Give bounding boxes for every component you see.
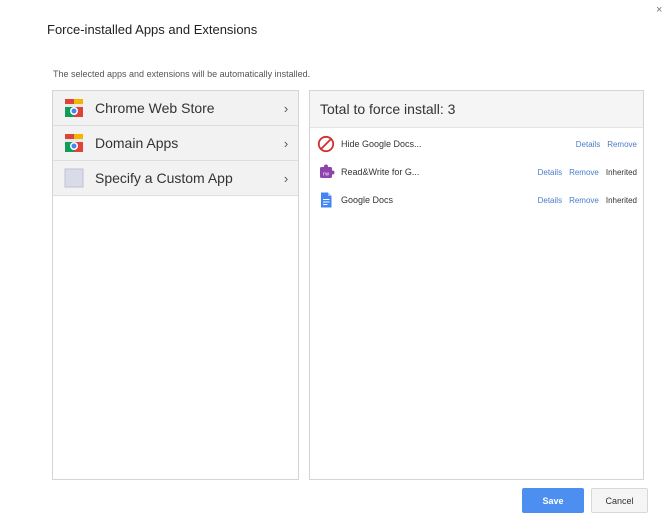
details-link[interactable]: Details: [576, 140, 600, 149]
read-write-extension-icon: rw: [320, 164, 335, 178]
details-link[interactable]: Details: [538, 168, 562, 177]
remove-link[interactable]: Remove: [569, 196, 599, 205]
chevron-right-icon: ›: [283, 100, 289, 116]
inherited-label: Inherited: [605, 167, 637, 177]
cancel-button[interactable]: Cancel: [591, 488, 648, 513]
dialog-title: Force-installed Apps and Extensions: [47, 22, 258, 37]
source-item-label: Chrome Web Store: [95, 100, 215, 116]
custom-app-icon: [64, 168, 84, 188]
source-item-chrome-web-store[interactable]: Chrome Web Store ›: [53, 91, 298, 126]
domain-apps-icon: [65, 134, 83, 152]
app-name: Google Docs: [341, 195, 394, 205]
remove-link[interactable]: Remove: [569, 168, 599, 177]
force-install-list-panel: Total to force install: 3 Hide Google Do…: [309, 90, 644, 480]
source-item-label: Domain Apps: [95, 135, 179, 151]
save-button[interactable]: Save: [522, 488, 584, 513]
app-name: Hide Google Docs...: [341, 139, 422, 149]
chrome-web-store-icon: [65, 99, 83, 117]
app-source-panel: Chrome Web Store › Domain Apps › Specify…: [52, 90, 299, 480]
app-name: Read&Write for G...: [341, 167, 420, 177]
remove-link[interactable]: Remove: [607, 140, 637, 149]
app-row: Google Docs Details Remove Inherited: [310, 186, 643, 214]
source-item-label: Specify a Custom App: [95, 170, 233, 186]
total-count-header: Total to force install: 3: [310, 91, 643, 128]
chevron-right-icon: ›: [283, 135, 289, 151]
dialog-subtitle: The selected apps and extensions will be…: [53, 69, 311, 79]
inherited-label: Inherited: [605, 195, 637, 205]
svg-text:rw: rw: [323, 172, 329, 178]
close-icon[interactable]: ×: [656, 4, 662, 16]
app-row: rw Read&Write for G... Details Remove In…: [310, 158, 643, 186]
google-docs-icon: [321, 192, 332, 208]
app-row: Hide Google Docs... Details Remove: [310, 130, 643, 158]
source-item-custom-app[interactable]: Specify a Custom App ›: [53, 161, 298, 196]
chevron-right-icon: ›: [283, 170, 289, 186]
blocked-icon: [317, 135, 335, 153]
details-link[interactable]: Details: [538, 196, 562, 205]
source-item-domain-apps[interactable]: Domain Apps ›: [53, 126, 298, 161]
